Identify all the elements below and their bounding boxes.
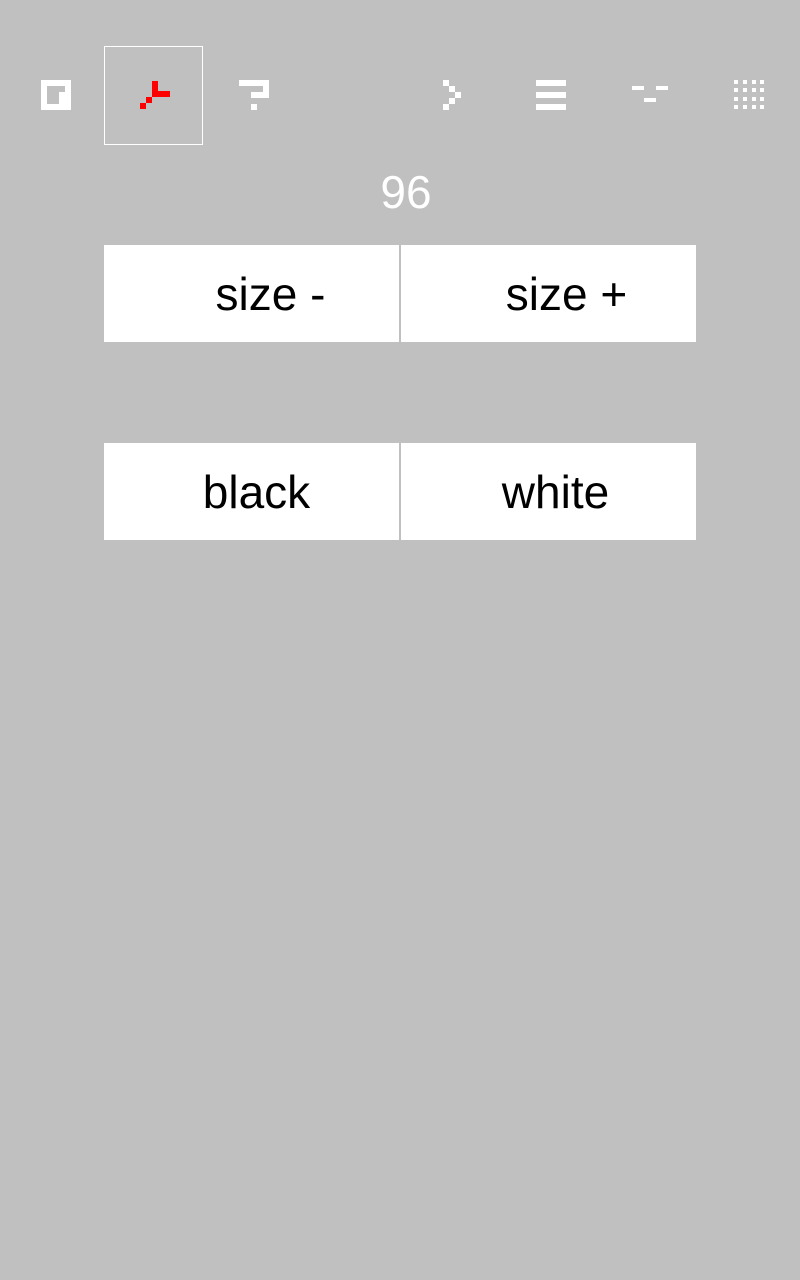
- size-controls: size - size +: [104, 245, 696, 342]
- tool-chevron[interactable]: [402, 46, 501, 145]
- white-label: white: [501, 465, 610, 518]
- tool-square-corner[interactable]: [6, 46, 105, 145]
- empty-slot-icon: [303, 46, 402, 145]
- dot-grid-icon: [734, 80, 764, 109]
- tool-red-branch[interactable]: [104, 46, 203, 145]
- size-value: 96: [380, 166, 432, 218]
- white-button[interactable]: white: [401, 443, 696, 540]
- square-corner-icon: [41, 80, 71, 110]
- size-decrease-label: size -: [215, 267, 326, 320]
- tool-question-hook[interactable]: [204, 46, 303, 145]
- dash-pattern-icon: [632, 86, 668, 102]
- three-bars-icon: [536, 80, 566, 110]
- tool-dash-pattern[interactable]: [600, 46, 699, 145]
- red-branch-icon: [140, 81, 170, 109]
- size-decrease-button[interactable]: size -: [104, 245, 399, 342]
- question-hook-icon: [239, 80, 269, 110]
- tool-three-bars[interactable]: [501, 46, 600, 145]
- black-label: black: [202, 465, 311, 518]
- size-increase-button[interactable]: size +: [401, 245, 696, 342]
- color-controls: black white: [104, 443, 696, 540]
- tool-empty-slot[interactable]: [303, 46, 402, 145]
- black-button[interactable]: black: [104, 443, 399, 540]
- tool-dot-grid[interactable]: [699, 46, 798, 145]
- size-increase-label: size +: [505, 267, 628, 320]
- tool-palette: [0, 46, 800, 145]
- chevron-right-icon: [443, 80, 461, 110]
